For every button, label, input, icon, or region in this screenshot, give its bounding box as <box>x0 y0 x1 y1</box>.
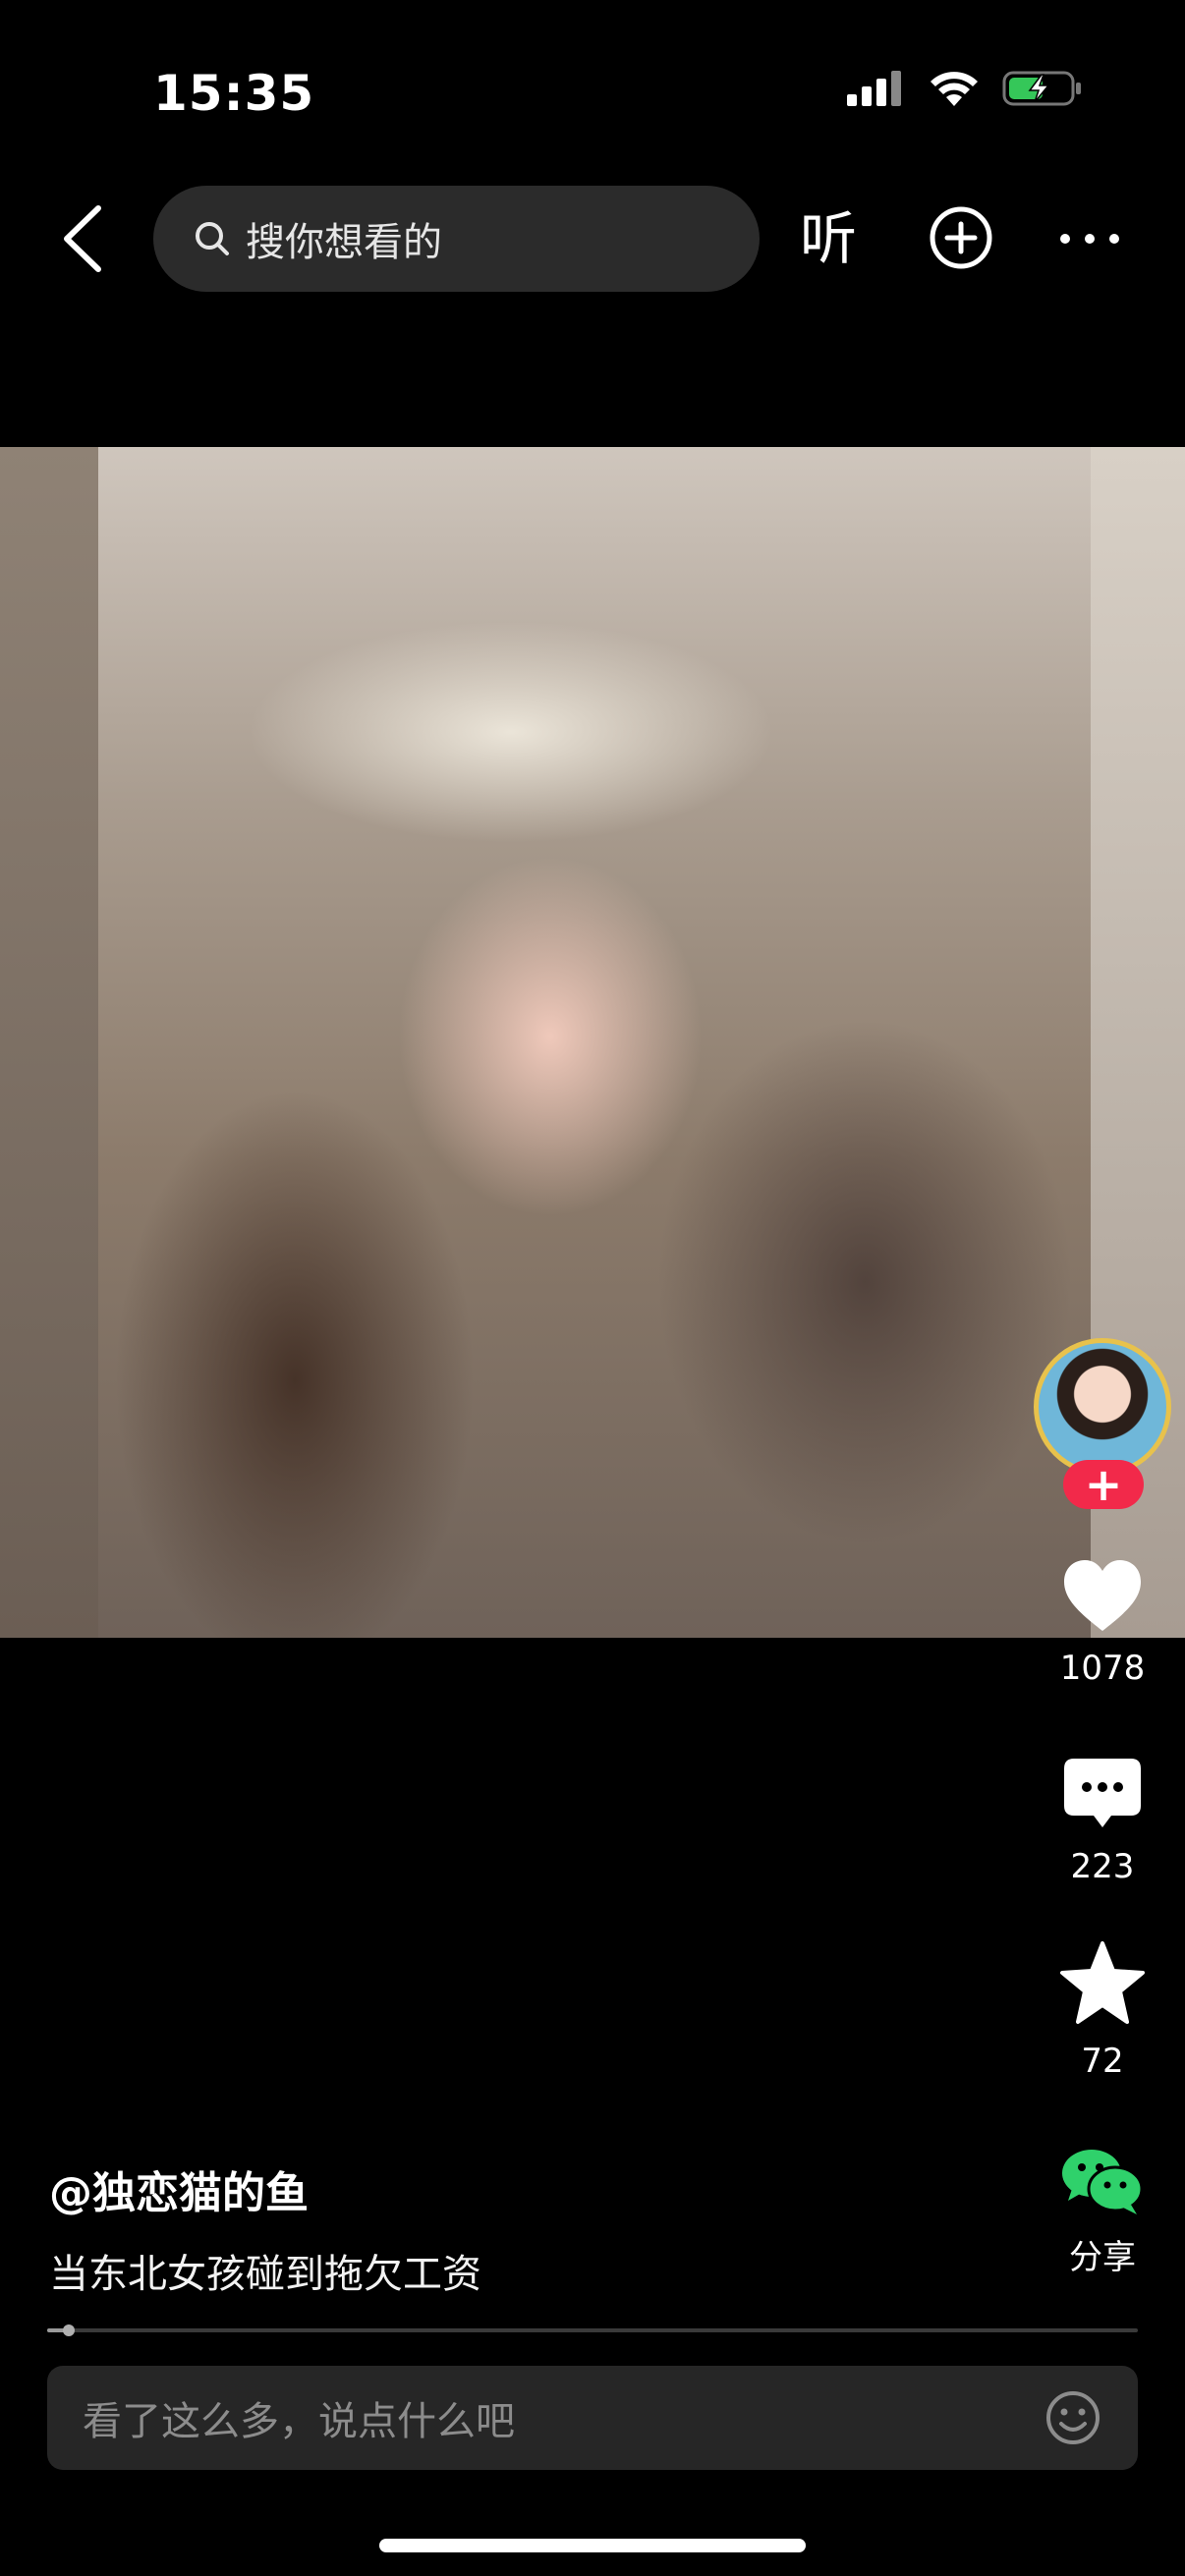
more-options-icon[interactable] <box>1057 224 1122 253</box>
favorite-count: 72 <box>1081 2042 1124 2081</box>
comment-placeholder: 看了这么多，说点什么吧 <box>83 2399 515 2444</box>
video-left-wall <box>0 447 98 1638</box>
status-icons <box>845 69 1083 108</box>
creator-avatar-group[interactable]: + <box>1034 1338 1171 1509</box>
star-icon <box>1060 1941 1145 2024</box>
video-progress-bar[interactable] <box>47 2324 1138 2336</box>
add-circle-icon[interactable] <box>928 204 994 271</box>
home-indicator[interactable] <box>379 2539 806 2552</box>
status-time: 15:35 <box>153 65 315 122</box>
comment-button[interactable]: 223 <box>1034 1755 1171 1886</box>
like-button[interactable]: 1078 <box>1034 1556 1171 1688</box>
emoji-icon[interactable] <box>1044 2388 1102 2447</box>
video-player[interactable] <box>0 447 1185 1638</box>
heart-icon <box>1064 1560 1141 1631</box>
comment-count: 223 <box>1070 1847 1135 1886</box>
wechat-icon <box>1062 2150 1144 2214</box>
search-icon <box>196 222 229 255</box>
back-button[interactable] <box>55 202 108 275</box>
like-count: 1078 <box>1059 1649 1146 1688</box>
share-label: 分享 <box>1069 2238 1136 2277</box>
wifi-icon <box>931 72 978 106</box>
app-screen: 15:35 搜你想看的 听 + 1078 223 72 分享 @独恋猫的鱼 当东… <box>0 0 1185 2576</box>
cellular-signal-icon <box>847 71 901 106</box>
video-caption: 当东北女孩碰到拖欠工资 <box>49 2252 481 2297</box>
author-name[interactable]: @独恋猫的鱼 <box>49 2157 309 2220</box>
comment-input[interactable]: 看了这么多，说点什么吧 <box>47 2366 1138 2470</box>
comment-bubble-icon <box>1064 1759 1141 1827</box>
progress-knob[interactable] <box>63 2324 76 2336</box>
avatar[interactable] <box>1034 1338 1171 1476</box>
favorite-button[interactable]: 72 <box>1034 1939 1171 2081</box>
search-placeholder: 搜你想看的 <box>246 220 442 265</box>
listen-button[interactable]: 听 <box>800 202 857 275</box>
follow-button[interactable]: + <box>1063 1460 1144 1509</box>
battery-charging-icon <box>1002 71 1081 106</box>
search-input[interactable]: 搜你想看的 <box>153 186 760 292</box>
share-button[interactable]: 分享 <box>1034 2146 1171 2278</box>
